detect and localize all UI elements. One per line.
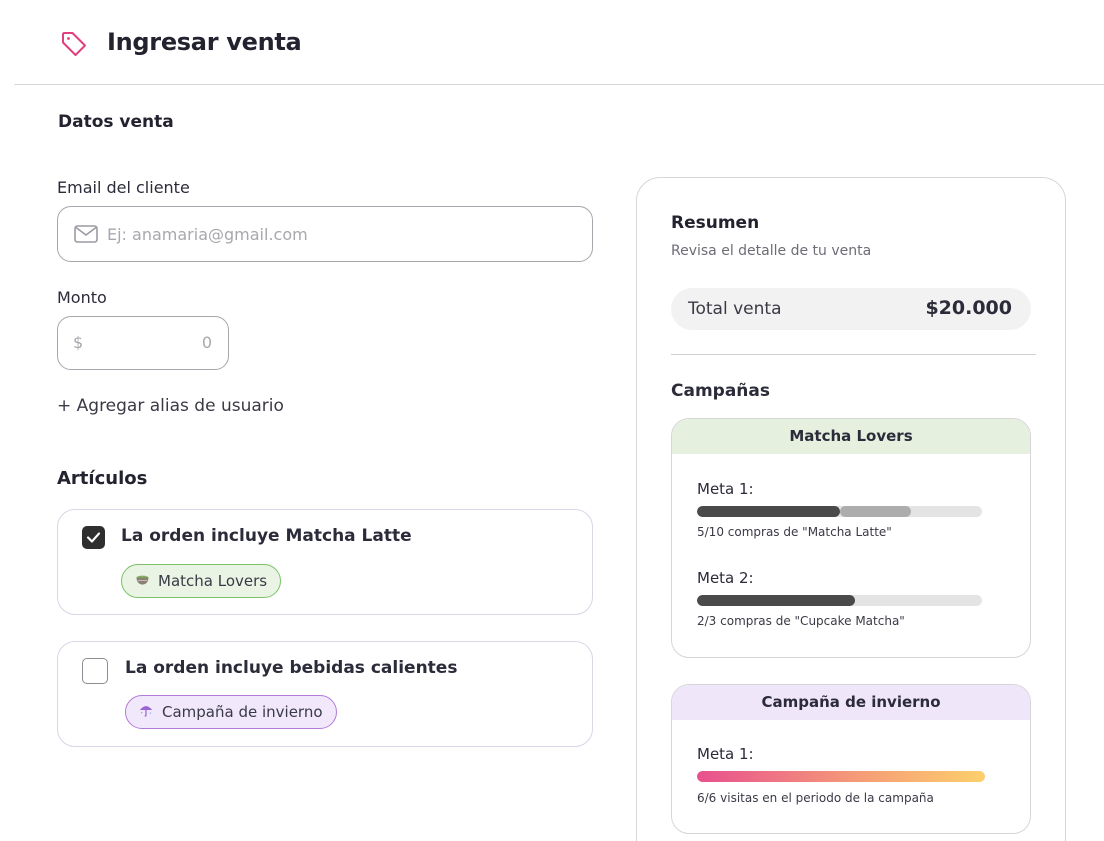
page-header: Ingresar venta [0,0,1104,85]
progress-bar [697,506,982,517]
email-input[interactable] [107,207,577,261]
meta-label: Meta 1: [697,745,754,763]
article-card[interactable]: La orden incluye Matcha Latte Matcha Lov… [57,509,593,615]
summary-title: Resumen [671,213,760,233]
campaign-tag: Matcha Lovers [121,564,282,599]
mail-icon [74,225,98,243]
email-field[interactable] [57,206,593,262]
total-label: Total venta [688,299,782,319]
tag-icon [62,32,86,56]
currency-symbol: $ [73,333,84,352]
campaign-card: Campaña de invierno Meta 1: 6/6 visitas … [671,684,1031,834]
campaign-name: Matcha Lovers [672,419,1030,454]
add-alias-link[interactable]: + Agregar alias de usuario [57,396,284,416]
monto-label: Monto [57,288,107,307]
progress-fill [697,506,840,517]
summary-divider [671,354,1036,355]
article-checkbox[interactable] [82,658,108,684]
progress-bar [697,595,982,606]
meta-note: 6/6 visitas en el periodo de la campaña [697,791,934,805]
meta-label: Meta 1: [697,480,754,498]
monto-input[interactable]: $ 0 [57,316,229,370]
total-value: $20.000 [925,297,1012,319]
total-box: Total venta $20.000 [671,288,1031,330]
campaigns-title: Campañas [671,381,770,401]
section-title: Datos venta [58,112,174,132]
summary-subtitle: Revisa el detalle de tu venta [671,243,872,259]
progress-fill [697,595,856,606]
meta-label: Meta 2: [697,569,754,587]
umbrella-icon [139,698,155,730]
campaign-tag-label: Matcha Lovers [158,572,268,590]
matcha-bowl-icon [135,567,151,599]
progress-bar [697,771,985,782]
campaign-tag-label: Campaña de invierno [162,703,323,721]
progress-fill [697,771,985,782]
meta-note: 2/3 compras de "Cupcake Matcha" [697,614,905,628]
progress-pending [839,506,911,517]
article-card[interactable]: La orden incluye bebidas calientes Campa… [57,641,593,747]
campaign-tag: Campaña de invierno [125,695,337,729]
campaign-card: Matcha Lovers Meta 1: 5/10 compras de "M… [671,418,1031,658]
campaign-name: Campaña de invierno [672,685,1030,720]
articulos-title: Artículos [57,468,148,489]
monto-value: 0 [201,333,212,352]
meta-note: 5/10 compras de "Matcha Latte" [697,525,892,539]
article-label: La orden incluye Matcha Latte [121,526,412,546]
article-checkbox[interactable] [82,526,105,549]
email-label: Email del cliente [57,178,190,197]
page-title: Ingresar venta [107,28,302,56]
header-divider [14,84,1104,85]
summary-panel: Resumen Revisa el detalle de tu venta To… [636,177,1066,841]
article-label: La orden incluye bebidas calientes [125,658,458,678]
check-icon [86,532,101,543]
